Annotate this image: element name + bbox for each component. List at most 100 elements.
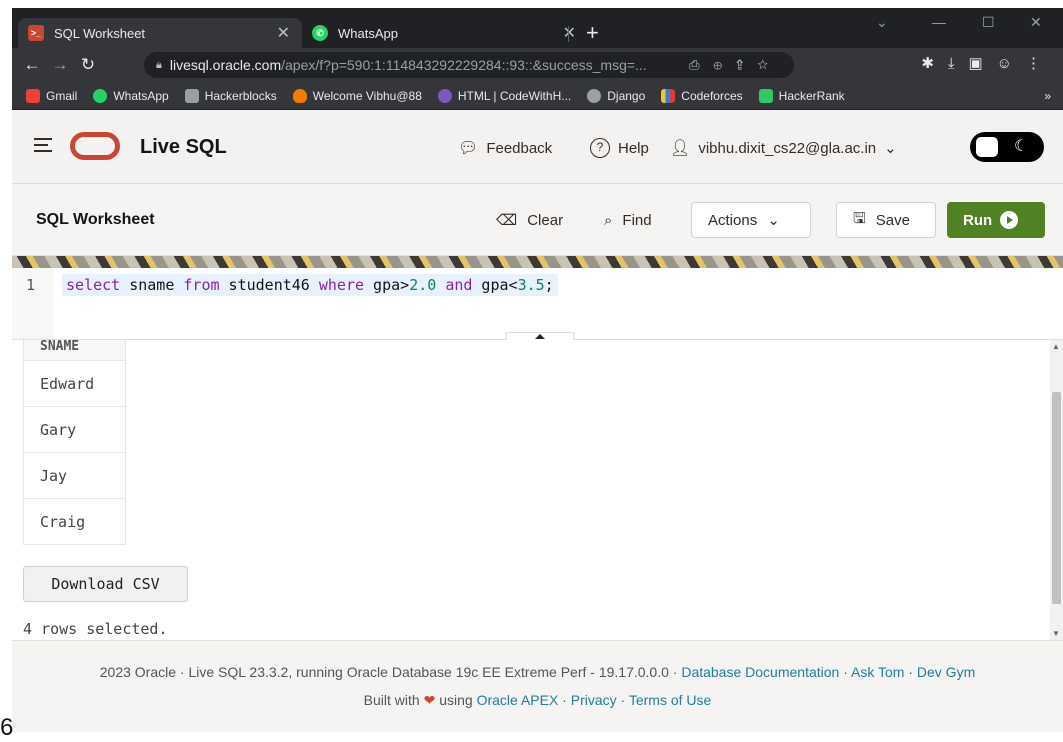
code-token-kw: from bbox=[183, 276, 220, 294]
tab-title: WhatsApp bbox=[338, 25, 398, 41]
run-button[interactable]: Run bbox=[947, 202, 1045, 238]
code-line[interactable]: select sname from student46 where gpa>2.… bbox=[62, 274, 558, 296]
bookmark-hackerblocks[interactable]: Hackerblocks bbox=[184, 88, 277, 103]
chevron-down-icon: ⌄ bbox=[884, 140, 897, 157]
table-cell: Jay bbox=[23, 452, 126, 499]
play-icon bbox=[1000, 211, 1019, 229]
url-path: /apex/f?p=590:1:114843292229284::93::&su… bbox=[281, 57, 647, 73]
chevron-down-icon[interactable]: ⌄ bbox=[876, 14, 888, 31]
app-header: Live SQL 💬︎ Feedback ? Help 👤︎ vibhu.dix… bbox=[12, 110, 1063, 184]
bookmark-codewithharry[interactable]: HTML | CodeWithH... bbox=[437, 88, 571, 103]
clear-button[interactable]: ⌫ Clear bbox=[496, 202, 563, 238]
whatsapp-icon: ✆ bbox=[312, 25, 328, 41]
rows-selected-status: 4 rows selected. bbox=[23, 620, 168, 638]
code-token-kw: where bbox=[318, 276, 365, 294]
table-row: Jay bbox=[23, 452, 126, 499]
back-icon[interactable]: ← bbox=[18, 55, 46, 75]
bookmark-django[interactable]: Django bbox=[587, 88, 645, 103]
table-row: Craig bbox=[23, 498, 126, 545]
results-pane: SNAME Edward Gary Jay Craig Download CSV… bbox=[12, 340, 1063, 640]
download-csv-button[interactable]: Download CSV bbox=[23, 566, 188, 602]
tab-strip: >_ SQL Worksheet ✕ ✆ WhatsApp ✕ + ⌄ — ☐ … bbox=[12, 8, 1063, 48]
bookmark-welcome[interactable]: Welcome Vibhu@88 bbox=[292, 88, 422, 103]
window-close-icon[interactable]: ✕ bbox=[1030, 14, 1042, 31]
close-icon[interactable]: ✕ bbox=[277, 23, 290, 43]
terms-link[interactable]: Terms of Use bbox=[629, 692, 711, 708]
dark-mode-toggle[interactable]: ☾ bbox=[970, 132, 1044, 162]
help-link[interactable]: ? Help bbox=[590, 138, 649, 158]
tab-whatsapp[interactable]: ✆ WhatsApp ✕ bbox=[302, 18, 588, 48]
code-token-plain: student46 bbox=[219, 276, 319, 294]
table-row: Edward bbox=[23, 360, 126, 407]
new-tab-icon[interactable]: + bbox=[586, 20, 599, 46]
table-cell: Edward bbox=[23, 360, 126, 407]
hackerblocks-icon bbox=[184, 88, 199, 103]
maximize-icon[interactable]: ☐ bbox=[982, 14, 995, 31]
gmail-icon bbox=[26, 88, 40, 103]
sql-editor[interactable]: 1 select sname from student46 where gpa>… bbox=[12, 268, 1063, 340]
column-header: SNAME bbox=[23, 340, 126, 361]
code-token-plain: ; bbox=[544, 276, 554, 294]
find-icon: ⌕ bbox=[604, 211, 613, 229]
resize-handle[interactable] bbox=[506, 332, 574, 340]
bookmark-whatsapp[interactable]: WhatsApp bbox=[93, 88, 169, 103]
user-icon: 👤︎ bbox=[670, 140, 691, 157]
tab-sql-worksheet[interactable]: >_ SQL Worksheet ✕ bbox=[18, 18, 302, 48]
lock-icon: 🔒︎ bbox=[156, 58, 162, 71]
eraser-icon: ⌫ bbox=[496, 212, 518, 229]
flame-icon bbox=[292, 88, 307, 103]
help-icon: ? bbox=[590, 138, 610, 158]
codeforces-icon bbox=[661, 88, 676, 103]
table-row: Gary bbox=[23, 406, 126, 453]
whatsapp-icon bbox=[93, 88, 108, 103]
reload-icon[interactable]: ↻ bbox=[74, 55, 102, 75]
code-token-kw: select bbox=[66, 276, 121, 294]
menu-icon[interactable] bbox=[34, 138, 52, 156]
user-menu[interactable]: 👤︎ vibhu.dixit_cs22@gla.ac.in ⌄ bbox=[670, 138, 897, 158]
tab-divider bbox=[568, 26, 569, 42]
chat-bubble-icon: 💬︎ bbox=[458, 140, 479, 157]
bookmark-gmail[interactable]: Gmail bbox=[26, 88, 77, 103]
feedback-link[interactable]: 💬︎ Feedback bbox=[458, 138, 552, 158]
bookmark-codeforces[interactable]: Codeforces bbox=[661, 88, 743, 103]
line-number: 1 bbox=[26, 276, 36, 294]
oracle-logo[interactable] bbox=[70, 132, 120, 160]
results-scrollbar[interactable]: ▲ ▼ bbox=[1050, 340, 1063, 640]
code-token-plain: gpa> bbox=[364, 276, 410, 294]
privacy-link[interactable]: Privacy bbox=[571, 692, 617, 708]
ask-tom-link[interactable]: Ask Tom bbox=[851, 664, 904, 680]
close-icon[interactable]: ✕ bbox=[563, 23, 576, 43]
oracle-apex-link[interactable]: Oracle APEX bbox=[477, 692, 559, 708]
dev-gym-link[interactable]: Dev Gym bbox=[917, 664, 975, 680]
omnibox-actions[interactable]: ⎙⊕⇪☆ bbox=[689, 57, 782, 73]
find-button[interactable]: ⌕ Find bbox=[604, 202, 652, 238]
codewithharry-icon bbox=[437, 88, 452, 103]
results-table: SNAME Edward Gary Jay Craig bbox=[23, 340, 126, 545]
app-title[interactable]: Live SQL bbox=[140, 136, 227, 159]
code-token-num: 3.5 bbox=[517, 276, 545, 294]
address-bar[interactable]: 🔒︎ livesql.oracle.com /apex/f?p=590:1:11… bbox=[144, 52, 794, 78]
footer-line-2: Built with ❤ using Oracle APEX · Privacy… bbox=[363, 692, 712, 708]
code-token-plain: gpa< bbox=[472, 276, 518, 294]
code-token-kw: and bbox=[445, 276, 473, 294]
code-token-num: 2.0 bbox=[409, 276, 437, 294]
browser-window: >_ SQL Worksheet ✕ ✆ WhatsApp ✕ + ⌄ — ☐ … bbox=[12, 8, 1063, 738]
table-cell: Gary bbox=[23, 406, 126, 453]
toggle-knob bbox=[976, 137, 998, 157]
scroll-up-icon[interactable]: ▲ bbox=[1052, 342, 1060, 351]
globe-icon bbox=[587, 88, 602, 103]
database-docs-link[interactable]: Database Documentation bbox=[681, 664, 839, 680]
minimize-icon[interactable]: — bbox=[932, 14, 946, 30]
toolbar-extensions[interactable]: ✱⤓▣☺⋮ bbox=[921, 54, 1055, 72]
scrollbar-thumb[interactable] bbox=[1052, 392, 1061, 604]
bookmarks-more-icon[interactable]: » bbox=[1044, 89, 1051, 103]
actions-menu-button[interactable]: Actions ⌄ bbox=[691, 202, 811, 238]
worksheet-header: SQL Worksheet ⌫ Clear ⌕ Find Actions ⌄ 🖫… bbox=[12, 184, 1063, 256]
page-footer: 2023 Oracle · Live SQL 23.3.2, running O… bbox=[12, 640, 1063, 732]
moon-icon: ☾ bbox=[1014, 138, 1029, 155]
forward-icon[interactable]: → bbox=[46, 55, 74, 75]
scroll-down-icon[interactable]: ▼ bbox=[1052, 629, 1060, 638]
save-button[interactable]: 🖫 Save bbox=[836, 202, 936, 238]
bookmark-hackerrank[interactable]: HackerRank bbox=[758, 88, 845, 103]
